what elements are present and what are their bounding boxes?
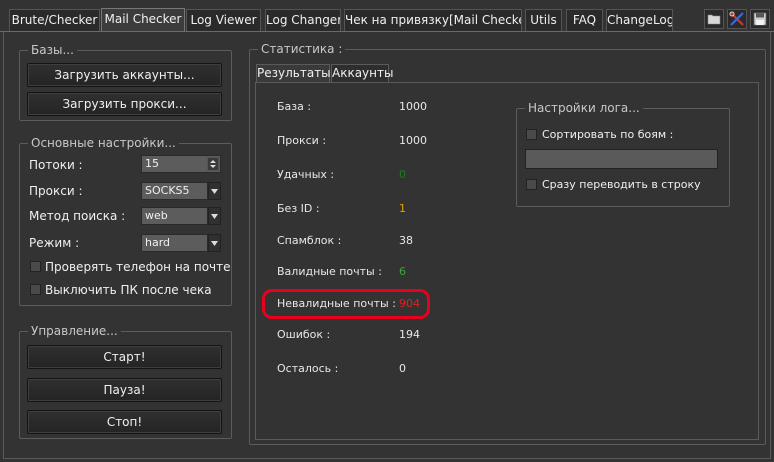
stat-label-no-id: Без ID : [277, 202, 320, 215]
sort-by-fights-label: Сортировать по боям : [542, 128, 674, 141]
tab-log-viewer[interactable]: Log Viewer [186, 9, 261, 31]
open-folder-button[interactable] [704, 9, 724, 29]
tab-brute-checker[interactable]: Brute/Checker [9, 9, 100, 31]
stop-button[interactable]: Стоп! [27, 410, 222, 434]
stat-value-no-id: 1 [399, 202, 406, 215]
proxy-type-value: SOCKS5 [145, 184, 190, 197]
threads-value: 15 [145, 157, 159, 170]
spin-arrows-icon[interactable] [207, 157, 219, 171]
tab-changelog[interactable]: ChangeLog [606, 9, 673, 31]
highlight-circle [262, 289, 430, 319]
shutdown-label: Выключить ПК после чека [45, 283, 212, 297]
stat-value-valid-mail: 6 [399, 265, 406, 278]
log-settings-title: Настройки лога... [525, 101, 643, 115]
search-method-value: web [145, 209, 168, 222]
search-method-label: Метод поиска : [29, 209, 126, 223]
stat-value-spamblock: 38 [399, 234, 413, 247]
save-icon [753, 12, 767, 26]
stat-value-errors: 194 [399, 328, 420, 341]
save-button[interactable] [750, 9, 770, 29]
tab-accounts[interactable]: Аккаунты [331, 64, 393, 82]
tab-faq[interactable]: FAQ [566, 9, 603, 31]
proxy-type-label: Прокси : [29, 184, 83, 198]
tools-button[interactable] [727, 9, 747, 29]
mode-select[interactable]: hard [141, 234, 221, 252]
stat-label-spamblock: Спамблок : [277, 234, 342, 247]
proxy-type-select[interactable]: SOCKS5 [141, 182, 221, 200]
to-string-checkbox[interactable] [526, 179, 537, 190]
tab-results[interactable]: Результаты [256, 64, 331, 82]
stat-value-proxy: 1000 [399, 134, 427, 147]
stat-label-remaining: Осталось : [277, 362, 339, 375]
load-proxies-button[interactable]: Загрузить прокси... [27, 92, 222, 116]
control-group-title: Управление... [28, 324, 121, 338]
stat-value-success: 0 [399, 168, 406, 181]
folder-icon [707, 14, 721, 25]
sort-filter-input[interactable] [525, 149, 718, 169]
chevron-down-icon[interactable] [208, 207, 221, 225]
check-phone-checkbox[interactable] [30, 261, 41, 272]
tab-utils[interactable]: Utils [525, 9, 562, 31]
search-method-select[interactable]: web [141, 207, 221, 225]
stat-label-valid-mail: Валидные почты : [277, 265, 382, 278]
mode-value: hard [145, 236, 171, 249]
threads-label: Потоки : [29, 158, 83, 172]
chevron-down-icon[interactable] [208, 182, 221, 200]
stat-label-success: Удачных : [277, 168, 335, 181]
sort-by-fights-checkbox[interactable] [526, 129, 537, 140]
tab-mail-checker[interactable]: Mail Checker [101, 8, 185, 32]
load-accounts-button[interactable]: Загрузить аккаунты... [27, 63, 222, 87]
chevron-down-icon[interactable] [208, 234, 221, 252]
tools-icon [729, 11, 744, 26]
start-button[interactable]: Старт! [27, 345, 222, 369]
to-string-label: Сразу переводить в строку [542, 178, 701, 191]
main-settings-title: Основные настройки... [28, 136, 179, 150]
check-phone-label: Проверять телефон на почте [45, 260, 231, 274]
mode-label: Режим : [29, 236, 80, 250]
tab-log-changer[interactable]: Log Changer [265, 9, 341, 31]
pause-button[interactable]: Пауза! [27, 378, 222, 402]
stat-value-base: 1000 [399, 100, 427, 113]
tab-binding-check[interactable]: Чек на привязку[Mail Checker] [344, 9, 522, 31]
stat-label-errors: Ошибок : [277, 328, 331, 341]
stat-value-remaining: 0 [399, 362, 406, 375]
stat-label-base: База : [277, 100, 312, 113]
threads-spinbox[interactable]: 15 [141, 155, 221, 173]
statistics-title: Статистика : [258, 42, 346, 56]
shutdown-checkbox[interactable] [30, 284, 41, 295]
tab-bar: Brute/Checker Mail Checker Log Viewer Lo… [0, 0, 774, 32]
stat-label-proxy: Прокси : [277, 134, 327, 147]
bases-group-title: Базы... [28, 43, 77, 57]
